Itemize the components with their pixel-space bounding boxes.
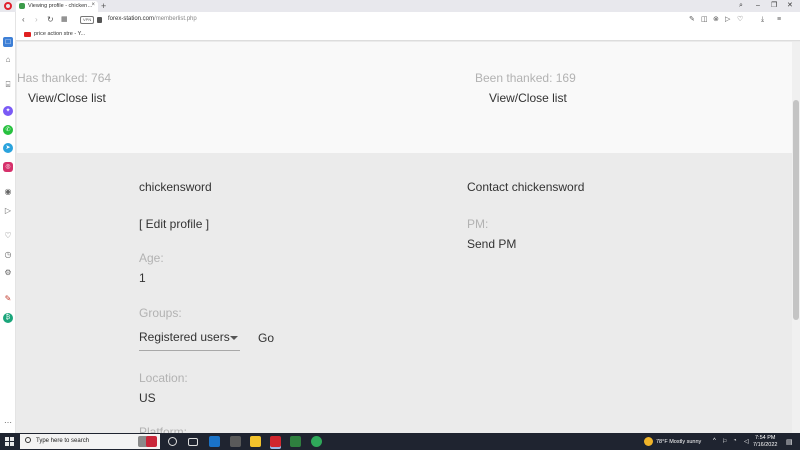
workspace-icon[interactable]: □ — [3, 37, 13, 47]
weather-text[interactable]: 78°F Mostly sunny — [656, 439, 701, 445]
pm-label: PM: — [467, 217, 489, 231]
groups-label: Groups: — [139, 306, 182, 320]
edit-icon[interactable]: ✎ — [689, 16, 695, 24]
opera-sidebar: □ ⌂ ⌸ ✦ ✆ ➤ ◎ ◉ ▷ ♡ ◷ ⚙ ✎ ₿ ⋯ — [0, 12, 16, 433]
search-icon — [25, 437, 31, 443]
settings-icon[interactable]: ⚙ — [3, 268, 13, 278]
download-icon[interactable]: ⤓ — [761, 16, 764, 24]
cortana-icon[interactable] — [168, 437, 177, 446]
app-icon[interactable] — [230, 436, 241, 447]
username: chickensword — [139, 180, 212, 194]
heart-icon[interactable]: ♡ — [3, 231, 13, 241]
app-icon[interactable] — [290, 436, 301, 447]
reload-icon[interactable]: ↻ — [47, 15, 54, 25]
volume-icon[interactable]: ◁ — [744, 438, 749, 445]
bookmarks-bar: price action stre - Y... — [16, 29, 800, 41]
opera-taskbar-icon[interactable] — [270, 436, 281, 447]
url-path: /memberlist.php — [154, 16, 197, 22]
app-icon[interactable] — [311, 436, 322, 447]
network-icon[interactable]: ⚐ — [722, 438, 727, 445]
history-icon[interactable]: ◷ — [3, 250, 13, 260]
tray-chevron-icon[interactable]: ^ — [713, 438, 716, 444]
groups-selected-value: Registered users — [139, 330, 230, 344]
url-domain: forex-station.com — [108, 16, 155, 22]
telegram-icon[interactable]: ➤ — [3, 143, 13, 153]
bookmark-price-action[interactable]: price action stre - Y... — [34, 31, 85, 37]
youtube-icon — [24, 32, 31, 37]
windows-taskbar: Type here to search 78°F Mostly sunny ^ … — [0, 433, 800, 450]
contact-title: Contact chickensword — [467, 180, 585, 194]
groups-select[interactable]: Registered users — [139, 329, 240, 351]
crypto-wallet-icon[interactable]: ₿ — [3, 313, 13, 323]
shop-icon[interactable]: ⌸ — [3, 80, 13, 90]
windows-start-icon[interactable] — [5, 437, 14, 446]
whatsapp-icon[interactable]: ✆ — [3, 125, 13, 135]
been-thanked-label: Been thanked: 169 — [475, 71, 576, 85]
taskbar-search-placeholder: Type here to search — [36, 438, 90, 444]
profile-panel: chickensword [ Edit profile ] Age: 1 Gro… — [17, 153, 792, 433]
pinboard-icon[interactable]: ✎ — [3, 294, 13, 304]
page-content: Has thanked: 764 View/Close list Been th… — [17, 42, 792, 433]
tab-title: Viewing profile - chicken… — [28, 3, 93, 9]
has-thanked-label: Has thanked: 764 — [17, 71, 112, 85]
instagram-icon[interactable]: ◎ — [3, 162, 13, 172]
send-pm-link[interactable]: Send PM — [467, 237, 516, 251]
heart-icon[interactable]: ♡ — [737, 16, 743, 24]
task-view-icon[interactable] — [188, 438, 198, 446]
new-tab-button[interactable]: + — [101, 0, 106, 12]
clock-date[interactable]: 7/16/2022 — [753, 442, 777, 448]
notification-icon[interactable]: ▤ — [786, 438, 793, 446]
url-field[interactable]: forex-station.com/memberlist.php — [108, 16, 197, 22]
edge-icon[interactable] — [209, 436, 220, 447]
go-button[interactable]: Go — [258, 331, 274, 345]
edit-profile-link[interactable]: [ Edit profile ] — [139, 217, 209, 231]
age-label: Age: — [139, 251, 164, 265]
maximize-button[interactable]: ❐ — [771, 0, 777, 12]
wifi-icon[interactable]: ◔ — [733, 438, 737, 444]
minimize-button[interactable]: – — [756, 0, 760, 12]
platform-label: Platform: — [139, 425, 188, 433]
back-icon[interactable]: ‹ — [22, 15, 25, 25]
tab-close-icon[interactable]: × — [91, 2, 95, 8]
file-explorer-icon[interactable] — [250, 436, 261, 447]
site-favicon-icon — [19, 3, 25, 9]
location-value: US — [139, 391, 156, 405]
browser-title-bar: Viewing profile - chicken… × + ⌕ – ❐ ✕ — [0, 0, 800, 12]
messenger-icon[interactable]: ✦ — [3, 106, 13, 116]
opera-logo-icon[interactable] — [4, 2, 12, 10]
task-app-icon[interactable] — [146, 436, 157, 447]
send-icon[interactable]: ▷ — [725, 16, 730, 24]
more-icon[interactable]: ⋯ — [3, 418, 13, 428]
forward-icon[interactable]: › — [35, 15, 38, 25]
page-scrollbar[interactable] — [792, 42, 800, 433]
player-icon[interactable]: ◉ — [3, 187, 13, 197]
weather-icon[interactable] — [644, 437, 653, 446]
close-window-button[interactable]: ✕ — [787, 0, 793, 12]
address-bar: ‹ › ↻ ▦ VPN forex-station.com/memberlist… — [16, 12, 800, 29]
caret-down-icon — [230, 336, 238, 340]
home-icon[interactable]: ⌂ — [3, 55, 13, 65]
flow-icon[interactable]: ▷ — [3, 206, 13, 216]
lock-icon[interactable] — [97, 17, 102, 23]
scrollbar-thumb[interactable] — [793, 100, 799, 320]
thanks-panel: Has thanked: 764 View/Close list Been th… — [17, 42, 792, 153]
tab-viewing-profile[interactable]: Viewing profile - chicken… × — [16, 1, 98, 12]
close-circle-icon[interactable]: ⊗ — [713, 16, 719, 24]
clock-time[interactable]: 7:54 PM — [755, 435, 775, 441]
age-value: 1 — [139, 271, 146, 285]
location-label: Location: — [139, 371, 188, 385]
view-close-list-link[interactable]: View/Close list — [28, 91, 106, 105]
menu-icon[interactable]: ≡ — [777, 16, 781, 24]
vpn-badge[interactable]: VPN — [80, 16, 95, 24]
search-tabs-icon[interactable]: ⌕ — [739, 0, 743, 12]
tabs-grid-icon[interactable]: ▦ — [61, 15, 68, 25]
camera-icon[interactable]: ◫ — [701, 16, 708, 24]
view-close-list-link[interactable]: View/Close list — [489, 91, 567, 105]
